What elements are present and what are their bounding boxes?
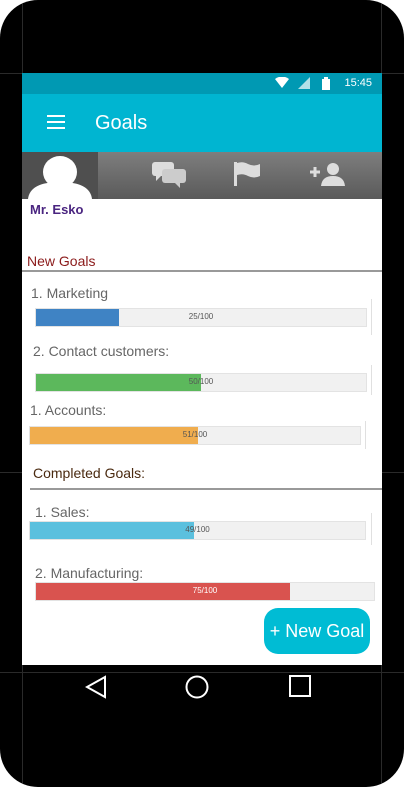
page-title: Goals xyxy=(95,112,148,134)
android-nav-bar xyxy=(22,665,382,710)
goal-progress-contact-customers: 50/100 xyxy=(35,373,367,392)
goal-progress-manufacturing: 75/100 xyxy=(35,582,375,601)
status-time: 15:45 xyxy=(344,77,372,89)
goal-progress-accounts: 51/100 xyxy=(29,426,361,445)
new-goals-heading: New Goals xyxy=(27,253,96,269)
avatar-icon xyxy=(28,156,92,199)
completed-goals-divider xyxy=(30,488,382,490)
back-icon[interactable] xyxy=(85,675,107,699)
goal-label-accounts: 1. Accounts: xyxy=(30,402,107,418)
goal-label-sales: 1. Sales: xyxy=(35,504,90,520)
recents-icon[interactable] xyxy=(289,675,311,697)
new-goals-divider xyxy=(22,270,382,272)
battery-icon xyxy=(322,77,330,90)
progress-value: 25/100 xyxy=(188,312,214,321)
goal-label-marketing: 1. Marketing xyxy=(31,285,109,301)
signal-icon xyxy=(298,77,310,89)
goal-progress-sales: 49/100 xyxy=(29,521,366,540)
status-bar: 15:45 xyxy=(22,73,382,94)
tab-strip xyxy=(22,152,382,199)
add-user-icon[interactable] xyxy=(310,162,346,186)
user-name: Mr. Esko xyxy=(30,202,84,217)
new-goal-button[interactable]: + New Goal xyxy=(264,608,370,654)
menu-icon[interactable] xyxy=(47,115,65,129)
app-screen: 15:45 Goals Mr. Esko New Goals 1. Market… xyxy=(22,73,382,665)
progress-value: 75/100 xyxy=(192,586,218,595)
goal-label-manufacturing: 2. Manufacturing: xyxy=(35,565,144,581)
app-bar: Goals xyxy=(22,94,382,152)
progress-value: 51/100 xyxy=(182,430,208,439)
chat-icon[interactable] xyxy=(152,162,186,188)
home-icon[interactable] xyxy=(185,675,209,699)
progress-value: 50/100 xyxy=(188,377,214,386)
tab-profile[interactable] xyxy=(22,152,98,199)
goal-progress-marketing: 25/100 xyxy=(35,308,367,327)
progress-value: 49/100 xyxy=(185,525,210,534)
wifi-icon xyxy=(275,77,289,88)
completed-goals-heading: Completed Goals: xyxy=(33,465,146,481)
flag-icon[interactable] xyxy=(232,162,262,186)
goal-label-contact-customers: 2. Contact customers: xyxy=(33,343,170,359)
